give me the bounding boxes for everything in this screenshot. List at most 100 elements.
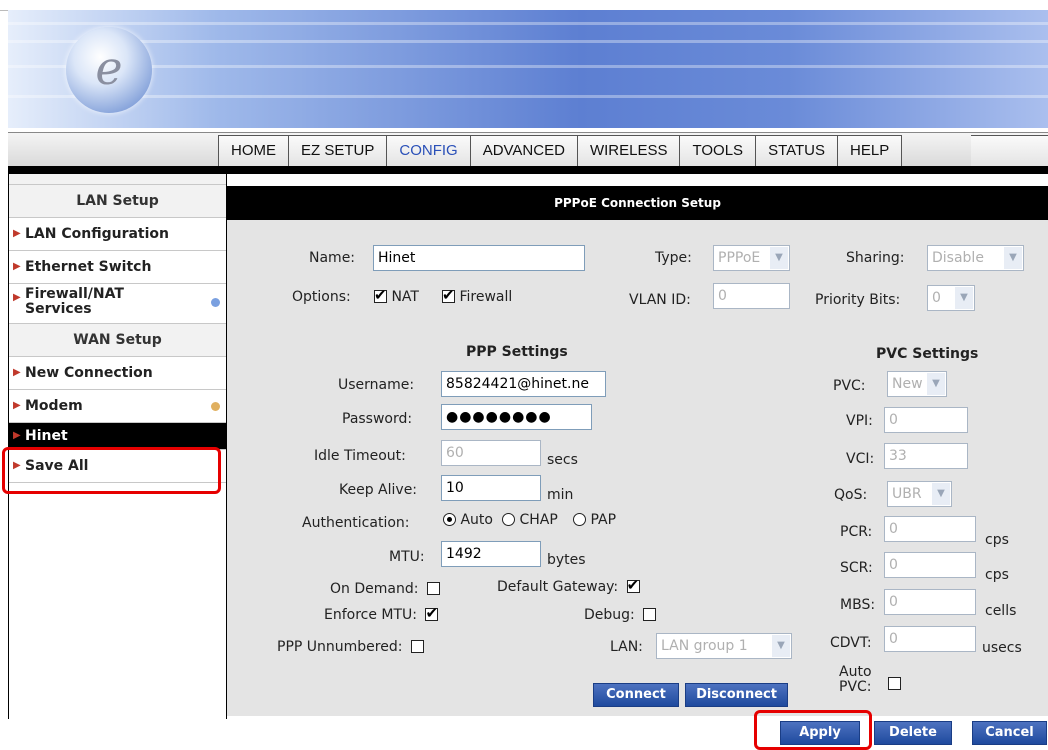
default-gateway-text: Default Gateway:	[497, 579, 619, 595]
auth-chap-option[interactable]: CHAP	[502, 512, 558, 528]
disconnect-button[interactable]: Disconnect	[685, 683, 788, 707]
chevron-down-icon: ▼	[1004, 247, 1022, 269]
name-input[interactable]: Hinet	[373, 245, 585, 271]
pvc-select[interactable]: New ▼	[887, 371, 947, 397]
ppp-unnumbered-checkbox[interactable]	[410, 640, 424, 653]
enforce-mtu-checkbox[interactable]	[425, 604, 439, 622]
tab-advanced[interactable]: ADVANCED	[469, 135, 577, 167]
sidebar-header-lan: LAN Setup	[9, 185, 226, 218]
auth-pap-label: PAP	[590, 512, 617, 528]
cdvt-label: CDVT:	[830, 635, 872, 651]
default-gateway-checkbox[interactable]	[626, 576, 640, 594]
tab-home[interactable]: HOME	[218, 135, 288, 167]
username-input[interactable]: 85824421@hinet.ne	[441, 371, 606, 397]
lan-select[interactable]: LAN group 1 ▼	[656, 633, 792, 659]
keep-alive-input[interactable]: 10	[441, 475, 541, 501]
sidebar-item-lan-configuration[interactable]: ▶ LAN Configuration	[9, 218, 226, 251]
sidebar-item-ethernet-switch[interactable]: ▶ Ethernet Switch	[9, 251, 226, 284]
arrow-right-icon: ▶	[13, 228, 21, 239]
lan-label: LAN:	[610, 639, 643, 655]
arrow-right-icon: ▶	[13, 367, 21, 378]
vlan-label: VLAN ID:	[629, 292, 691, 308]
pcr-label: PCR:	[840, 524, 873, 540]
debug-checkbox[interactable]	[643, 608, 657, 621]
sidebar-item-label: Firewall/NAT	[25, 286, 124, 302]
ppp-unnumbered-label[interactable]: PPP Unnumbered:	[277, 639, 424, 655]
auto-pvc-checkbox[interactable]	[888, 677, 901, 690]
pcr-input[interactable]: 0	[884, 516, 976, 542]
mbs-input[interactable]: 0	[884, 589, 976, 615]
tab-status[interactable]: STATUS	[755, 135, 838, 167]
sidebar-item-new-connection[interactable]: ▶ New Connection	[9, 357, 226, 390]
vlan-input[interactable]: 0	[713, 283, 790, 309]
type-label: Type:	[655, 250, 692, 266]
chevron-down-icon: ▼	[770, 247, 788, 269]
tab-config[interactable]: CONFIG	[386, 135, 470, 167]
sidebar-item-label: Modem	[25, 398, 83, 414]
chevron-down-icon: ▼	[927, 373, 945, 395]
cdvt-input[interactable]: 0	[884, 626, 976, 652]
sharing-select[interactable]: Disable ▼	[927, 245, 1024, 271]
arrow-right-icon: ▶	[13, 292, 21, 303]
auth-pap-option[interactable]: PAP	[573, 512, 616, 528]
qos-select[interactable]: UBR ▼	[887, 481, 952, 507]
on-demand-checkbox[interactable]	[426, 582, 440, 595]
sidebar-spacer	[9, 174, 226, 185]
tab-ez-setup[interactable]: EZ SETUP	[288, 135, 387, 167]
name-label: Name:	[309, 250, 356, 266]
vci-label: VCI:	[846, 451, 875, 467]
auth-auto-radio[interactable]	[443, 513, 456, 526]
sidebar-item-modem[interactable]: ▶ Modem	[9, 390, 226, 423]
main-panel: PPPoE Connection Setup Name: Hinet Type:…	[227, 186, 1048, 716]
options-label: Options:	[292, 289, 351, 305]
auth-auto-option[interactable]: Auto	[443, 512, 493, 528]
qos-value: UBR	[892, 486, 922, 502]
ppp-unnumbered-text: PPP Unnumbered:	[277, 639, 403, 655]
pvc-settings-heading: PVC Settings	[876, 346, 979, 362]
enforce-mtu-label[interactable]: Enforce MTU:	[324, 604, 439, 623]
auto-pvc-label: Auto PVC:	[839, 665, 872, 695]
vci-input[interactable]: 33	[884, 443, 968, 469]
chevron-down-icon: ▼	[932, 483, 950, 505]
nat-checkbox[interactable]	[374, 286, 387, 304]
arrow-right-icon: ▶	[13, 430, 21, 441]
header-banner: e	[8, 10, 1048, 128]
highlight-apply	[754, 710, 872, 750]
on-demand-label[interactable]: On Demand:	[330, 581, 440, 597]
nat-option[interactable]: NAT	[374, 286, 419, 305]
sharing-label: Sharing:	[846, 250, 905, 266]
enforce-mtu-text: Enforce MTU:	[324, 607, 418, 623]
auth-pap-radio[interactable]	[573, 513, 586, 526]
pvc-value: New	[892, 376, 923, 392]
priority-select[interactable]: 0 ▼	[927, 285, 975, 311]
vpi-input[interactable]: 0	[884, 407, 968, 433]
firewall-checkbox[interactable]	[442, 286, 455, 304]
firewall-option[interactable]: Firewall	[442, 286, 512, 305]
chevron-down-icon: ▼	[772, 635, 790, 657]
cancel-button[interactable]: Cancel	[972, 721, 1047, 745]
debug-label[interactable]: Debug:	[584, 607, 657, 623]
scr-input[interactable]: 0	[884, 552, 976, 578]
mtu-input[interactable]: 1492	[441, 541, 541, 567]
status-dot-icon	[211, 402, 220, 411]
authentication-label: Authentication:	[302, 515, 410, 531]
type-select[interactable]: PPPoE ▼	[713, 245, 790, 271]
sidebar-item-firewall-nat[interactable]: ▶ Firewall/NAT Services	[9, 284, 226, 324]
idle-timeout-input[interactable]: 60	[441, 440, 541, 466]
arrow-right-icon: ▶	[13, 261, 21, 272]
sidebar-item-hinet[interactable]: ▶ Hinet	[9, 423, 226, 450]
tab-wireless[interactable]: WIRELESS	[576, 135, 680, 167]
priority-value: 0	[932, 290, 941, 306]
action-bar: Apply Delete Cancel	[227, 716, 1048, 749]
tab-tools[interactable]: TOOLS	[679, 135, 756, 167]
sidebar-item-label: Hinet	[25, 428, 68, 444]
connect-button[interactable]: Connect	[593, 683, 679, 707]
logo-letter: e	[95, 41, 123, 95]
delete-button[interactable]: Delete	[874, 721, 952, 745]
idle-timeout-unit: secs	[547, 452, 578, 468]
lan-value: LAN group 1	[661, 638, 748, 654]
tab-help[interactable]: HELP	[837, 135, 903, 167]
default-gateway-label[interactable]: Default Gateway:	[497, 576, 640, 595]
password-input[interactable]: ●●●●●●●●	[441, 404, 592, 430]
auth-chap-radio[interactable]	[502, 513, 515, 526]
